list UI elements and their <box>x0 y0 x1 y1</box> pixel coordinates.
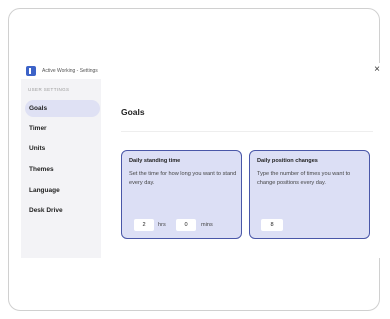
sidebar-item-themes[interactable]: Themes <box>25 161 100 178</box>
card-description: Type the number of times you want to cha… <box>257 171 351 186</box>
hours-input[interactable]: 2 <box>134 219 154 231</box>
standing-time-card: Daily standing time Set the time for how… <box>121 150 242 239</box>
divider <box>121 131 373 132</box>
card-title: Daily position changes <box>257 158 318 164</box>
sidebar-item-goals[interactable]: Goals <box>25 100 100 117</box>
main-panel: Goals Daily standing time Set the time f… <box>101 79 381 258</box>
close-icon[interactable]: × <box>374 64 380 76</box>
hours-unit-label: hrs <box>158 222 166 228</box>
card-description: Set the time for how long you want to st… <box>129 171 237 186</box>
sidebar-item-language[interactable]: Language <box>25 182 100 199</box>
minutes-unit-label: mins <box>201 222 213 228</box>
window-title: Active Working - Settings <box>42 67 98 74</box>
sidebar-item-desk-drive[interactable]: Desk Drive <box>25 202 100 219</box>
title-bar: Active Working - Settings × <box>21 63 381 78</box>
page-title: Goals <box>121 107 145 117</box>
position-changes-card: Daily position changes Type the number o… <box>249 150 370 239</box>
card-title: Daily standing time <box>129 158 181 164</box>
sidebar-item-timer[interactable]: Timer <box>25 120 100 137</box>
position-changes-input[interactable]: 8 <box>261 219 283 231</box>
app-icon <box>26 65 36 76</box>
sidebar-section-label: USER SETTINGS <box>28 87 70 92</box>
settings-window: Active Working - Settings × USER SETTING… <box>21 63 381 258</box>
minutes-input[interactable]: 0 <box>176 219 196 231</box>
sidebar: USER SETTINGS Goals Timer Units Themes L… <box>21 79 101 258</box>
sidebar-item-units[interactable]: Units <box>25 140 100 157</box>
